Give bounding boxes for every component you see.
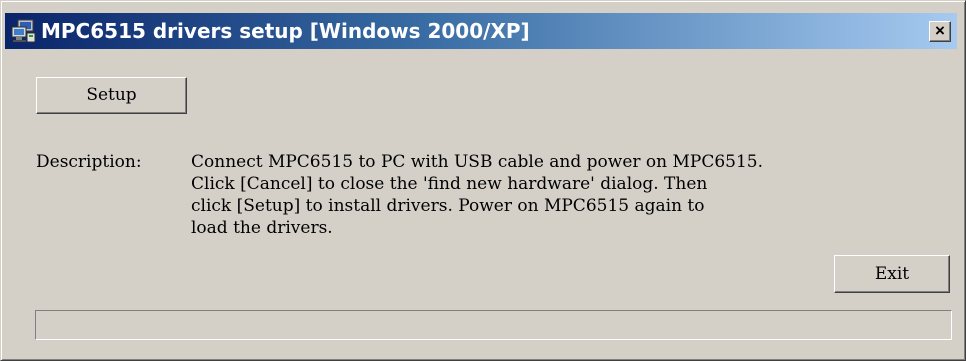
description-line: Click [Cancel] to close the 'find new ha…: [191, 174, 708, 194]
title-bar[interactable]: MPC6515 drivers setup [Windows 2000/XP] …: [5, 13, 957, 49]
description-label: Description:: [36, 152, 142, 172]
progress-bar: [35, 310, 952, 340]
exit-button[interactable]: Exit: [834, 255, 950, 293]
setup-dialog-window: MPC6515 drivers setup [Windows 2000/XP] …: [0, 0, 966, 361]
description-line: click [Setup] to install drivers. Power …: [191, 196, 705, 216]
setup-button[interactable]: Setup: [36, 77, 187, 114]
close-button[interactable]: ×: [929, 21, 951, 42]
description-line: load the drivers.: [191, 218, 333, 238]
description-line: Connect MPC6515 to PC with USB cable and…: [191, 152, 764, 172]
description-text: Connect MPC6515 to PC with USB cable and…: [191, 151, 921, 239]
window-title: MPC6515 drivers setup [Windows 2000/XP]: [41, 19, 530, 43]
computer-monitor-icon: [11, 18, 37, 44]
close-icon: ×: [935, 21, 945, 40]
